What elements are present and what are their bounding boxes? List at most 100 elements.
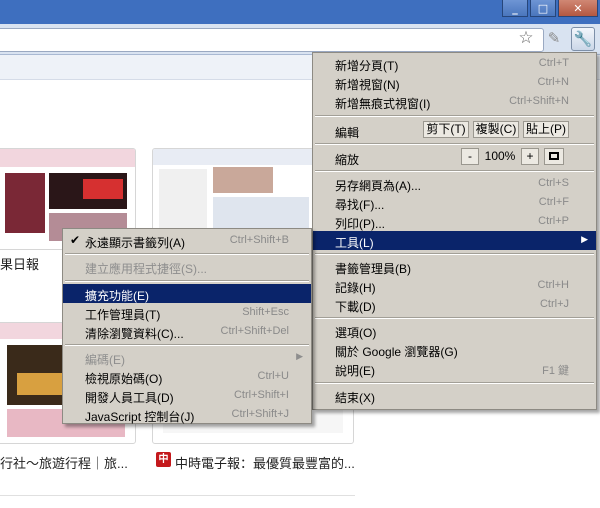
wrench-icon[interactable]: 🔧 [571, 27, 595, 51]
address-bar[interactable] [0, 28, 544, 52]
menu-item-options[interactable]: 選項(O) [313, 321, 596, 340]
menu-separator [315, 170, 594, 172]
menu-item-edit: 編輯 剪下(T) 複製(C) 貼上(P) [313, 119, 596, 141]
menu-item-label: 編輯 [335, 126, 360, 140]
menu-item-javascript-console[interactable]: JavaScript 控制台(J) Ctrl+Shift+J [63, 405, 311, 424]
menu-item-new-window[interactable]: 新增視窗(N) Ctrl+N [313, 73, 596, 92]
menu-separator [65, 253, 309, 255]
menu-separator [315, 143, 594, 145]
menu-item-label: 擴充功能(E) [85, 289, 149, 303]
menu-item-label: 清除瀏覽資料(C)... [85, 327, 184, 341]
menu-item-find[interactable]: 尋找(F)... Ctrl+F [313, 193, 596, 212]
favicon-icon: 中 [156, 452, 171, 467]
checkmark-icon: ✔ [70, 233, 81, 247]
menu-item-shortcut: Ctrl+Shift+J [231, 408, 289, 420]
zoom-level: 100% [484, 149, 516, 163]
menu-item-developer-tools[interactable]: 開發人員工具(D) Ctrl+Shift+I [63, 386, 311, 405]
menu-item-shortcut: Ctrl+U [257, 370, 289, 382]
submenu-arrow-icon: ▶ [581, 234, 588, 244]
window-controls: _ □ ✕ [502, 0, 598, 18]
menu-item-extensions[interactable]: 擴充功能(E) [63, 284, 311, 303]
menu-item-label: 檢視原始碼(O) [85, 372, 163, 386]
menu-item-label: 新增視窗(N) [335, 78, 400, 92]
menu-item-exit[interactable]: 結束(X) [313, 386, 596, 405]
menu-item-shortcut: F1 鍵 [542, 365, 569, 377]
menu-item-label: JavaScript 控制台(J) [85, 410, 195, 424]
menu-item-shortcut: Ctrl+Shift+I [233, 389, 289, 401]
title-bar: _ □ ✕ [0, 0, 600, 24]
menu-item-clear-browsing-data[interactable]: 清除瀏覽資料(C)... Ctrl+Shift+Del [63, 322, 311, 341]
menu-separator [65, 344, 309, 346]
menu-item-shortcut: Ctrl+H [537, 279, 569, 291]
menu-item-label: 另存網頁為(A)... [335, 179, 421, 193]
menu-item-shortcut: Shift+Esc [242, 306, 289, 318]
menu-item-save-page[interactable]: 另存網頁為(A)... Ctrl+S [313, 174, 596, 193]
menu-separator [315, 382, 594, 384]
puzzle-icon[interactable]: ✎ [542, 27, 566, 51]
menu-separator [315, 253, 594, 255]
menu-item-label: 尋找(F)... [335, 198, 385, 212]
menu-item-label: 縮放 [335, 153, 360, 167]
menu-item-task-manager[interactable]: 工作管理員(T) Shift+Esc [63, 303, 311, 322]
menu-item-shortcut: Ctrl+S [538, 177, 569, 189]
menu-item-label: 結束(X) [335, 391, 375, 405]
menu-item-label: 新增分頁(T) [335, 59, 399, 73]
menu-item-label: 列印(P)... [335, 217, 385, 231]
cut-button[interactable]: 剪下(T) [423, 121, 469, 138]
thumbnail-title[interactable]: 中時電子報：最優質最豐富的... [175, 453, 355, 472]
menu-item-always-show-bookmarks-bar[interactable]: ✔ 永遠顯示書籤列(A) Ctrl+Shift+B [63, 231, 311, 250]
submenu-arrow-icon: ▶ [296, 351, 303, 361]
menu-item-label: 下載(D) [335, 300, 376, 314]
menu-item-tools[interactable]: 工具(L) ▶ [313, 231, 596, 250]
menu-item-about[interactable]: 關於 Google 瀏覽器(G) [313, 340, 596, 359]
menu-item-history[interactable]: 記錄(H) Ctrl+H [313, 276, 596, 295]
menu-separator [315, 115, 594, 117]
thumbnail-title[interactable]: 行社～旅遊行程｜旅... [0, 453, 128, 472]
main-menu: 新增分頁(T) Ctrl+T 新增視窗(N) Ctrl+N 新增無痕式視窗(I)… [312, 52, 597, 410]
menu-item-shortcut: Ctrl+Shift+N [509, 95, 569, 107]
menu-item-downloads[interactable]: 下載(D) Ctrl+J [313, 295, 596, 314]
menu-item-shortcut: Ctrl+Shift+B [229, 234, 289, 246]
paste-button[interactable]: 貼上(P) [523, 121, 569, 138]
tools-submenu: ✔ 永遠顯示書籤列(A) Ctrl+Shift+B 建立應用程式捷徑(S)...… [62, 228, 312, 424]
menu-item-shortcut: Ctrl+F [538, 196, 569, 208]
menu-separator [315, 317, 594, 319]
zoom-out-button[interactable]: - [461, 148, 479, 165]
zoom-in-button[interactable]: + [521, 148, 539, 165]
menu-item-label: 書籤管理員(B) [335, 262, 411, 276]
menu-item-shortcut: Ctrl+N [537, 76, 569, 88]
minimize-button[interactable]: _ [502, 0, 528, 17]
star-icon[interactable]: ☆ [516, 28, 536, 48]
menu-item-label: 工作管理員(T) [85, 308, 161, 322]
thumbnail-title[interactable]: 果日報 [0, 254, 39, 273]
menu-item-shortcut: Ctrl+T [538, 57, 569, 69]
menu-item-label: 關於 Google 瀏覽器(G) [335, 345, 458, 359]
menu-item-label: 編碼(E) [85, 353, 125, 367]
menu-item-zoom: 縮放 - 100% + [313, 146, 596, 168]
menu-item-label: 說明(E) [335, 364, 375, 378]
menu-item-new-tab[interactable]: 新增分頁(T) Ctrl+T [313, 54, 596, 73]
menu-item-label: 建立應用程式捷徑(S)... [85, 262, 207, 276]
menu-item-view-source[interactable]: 檢視原始碼(O) Ctrl+U [63, 367, 311, 386]
content-divider [0, 495, 355, 496]
menu-item-label: 新增無痕式視窗(I) [335, 97, 431, 111]
menu-item-shortcut: Ctrl+P [538, 215, 569, 227]
menu-separator [65, 280, 309, 282]
fullscreen-icon[interactable] [544, 148, 564, 165]
restore-button[interactable]: □ [530, 0, 556, 17]
menu-item-label: 選項(O) [335, 326, 377, 340]
menu-item-bookmark-manager[interactable]: 書籤管理員(B) [313, 257, 596, 276]
menu-item-label: 永遠顯示書籤列(A) [85, 236, 185, 250]
menu-item-label: 工具(L) [335, 236, 374, 250]
menu-item-help[interactable]: 說明(E) F1 鍵 [313, 359, 596, 378]
copy-button[interactable]: 複製(C) [473, 121, 519, 138]
menu-item-label: 記錄(H) [335, 281, 376, 295]
close-button[interactable]: ✕ [558, 0, 598, 17]
menu-item-print[interactable]: 列印(P)... Ctrl+P [313, 212, 596, 231]
menu-item-label: 開發人員工具(D) [85, 391, 174, 405]
menu-item-shortcut: Ctrl+Shift+Del [220, 325, 289, 337]
menu-item-create-app-shortcut: 建立應用程式捷徑(S)... [63, 257, 311, 276]
menu-item-encoding: 編碼(E) ▶ [63, 348, 311, 367]
menu-item-new-incognito-window[interactable]: 新增無痕式視窗(I) Ctrl+Shift+N [313, 92, 596, 111]
menu-item-shortcut: Ctrl+J [539, 298, 569, 310]
